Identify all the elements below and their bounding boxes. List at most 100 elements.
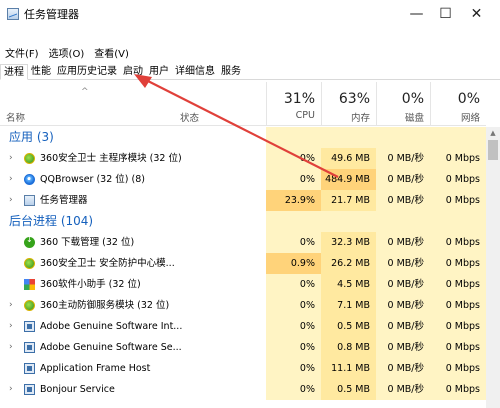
service-icon (24, 384, 35, 395)
tab-performance[interactable]: 性能 (28, 64, 54, 80)
network-value: 0 Mbps (430, 232, 486, 253)
network-value: 0 Mbps (430, 274, 486, 295)
process-name: 360安全卫士 安全防护中心模... (40, 258, 175, 269)
memory-total: 63% (338, 91, 370, 107)
menu-options[interactable]: 选项(O) (44, 45, 90, 61)
cpu-total: 31% (283, 91, 315, 107)
expand-chevron-icon[interactable]: › (9, 316, 13, 337)
process-name: Application Frame Host (40, 363, 151, 374)
close-button[interactable]: ✕ (460, 0, 493, 28)
scrollbar-thumb[interactable] (488, 140, 498, 160)
expand-chevron-icon[interactable]: › (9, 337, 13, 358)
tab-processes[interactable]: 进程 (0, 64, 28, 80)
group-background-label: 后台进程 (104) (9, 214, 94, 228)
process-name: QQBrowser (32 位) (8) (40, 174, 145, 185)
memory-label: 内存 (350, 113, 370, 124)
menu-file[interactable]: 文件(F) (0, 45, 44, 61)
expand-chevron-icon[interactable]: › (9, 190, 13, 211)
header-network[interactable]: 0% 网络 (430, 82, 486, 126)
memory-value: 49.6 MB (321, 148, 376, 169)
header-disk[interactable]: 0% 磁盘 (376, 82, 430, 126)
group-heat-cell (376, 211, 430, 232)
process-row[interactable]: › Bonjour Service 0% 0.5 MB 0 MB/秒 0 Mbps (0, 379, 486, 400)
header-memory[interactable]: 63% 内存 (321, 82, 376, 126)
cpu-value: 23.9% (266, 190, 321, 211)
process-row[interactable]: › 360主动防御服务模块 (32 位) 0% 7.1 MB 0 MB/秒 0 Mbps (0, 295, 486, 316)
group-heat-cell (376, 127, 430, 148)
group-heat-cell (266, 211, 321, 232)
group-apps-label: 应用 (3) (9, 130, 54, 144)
tab-services[interactable]: 服务 (218, 64, 244, 80)
process-name: 360安全卫士 主程序模块 (32 位) (40, 153, 182, 164)
disk-value: 0 MB/秒 (376, 316, 430, 337)
process-row[interactable]: Application Frame Host 0% 11.1 MB 0 MB/秒 0 M… (0, 358, 486, 379)
memory-value: 11.1 MB (321, 358, 376, 379)
disk-value: 0 MB/秒 (376, 169, 430, 190)
process-row[interactable]: 360软件小助手 (32 位) 0% 4.5 MB 0 MB/秒 0 Mbps (0, 274, 486, 295)
group-heat-cell (266, 127, 321, 148)
disk-value: 0 MB/秒 (376, 295, 430, 316)
process-row[interactable]: › 360安全卫士 主程序模块 (32 位) 0% 49.6 MB 0 MB/秒 0 Mb… (0, 148, 486, 169)
network-label: 网络 (460, 113, 480, 124)
network-total: 0% (457, 91, 480, 107)
disk-value: 0 MB/秒 (376, 190, 430, 211)
memory-value: 0.8 MB (321, 337, 376, 358)
process-row[interactable]: › QQBrowser (32 位) (8) 0% 484.9 MB 0 MB/秒 0 M… (0, 169, 486, 190)
service-icon (24, 363, 35, 374)
window-title: 任务管理器 (24, 8, 79, 21)
cpu-value: 0% (266, 379, 321, 400)
process-name: 360 下载管理 (32 位) (40, 237, 135, 248)
process-row[interactable]: › 任务管理器 23.9% 21.7 MB 0 MB/秒 0 Mbps (0, 190, 486, 211)
service-icon (24, 342, 35, 353)
expand-chevron-icon[interactable]: › (9, 379, 13, 400)
cpu-value: 0% (266, 295, 321, 316)
process-name: Adobe Genuine Software Int... (40, 321, 183, 332)
group-heat-cell (321, 211, 376, 232)
process-row[interactable]: 360安全卫士 安全防护中心模... 0.9% 26.2 MB 0 MB/秒 0 Mbp… (0, 253, 486, 274)
qqbrowser-icon (24, 174, 35, 185)
network-value: 0 Mbps (430, 337, 486, 358)
header-name[interactable]: 名称 (6, 110, 25, 124)
memory-value: 0.5 MB (321, 379, 376, 400)
expand-chevron-icon[interactable]: › (9, 148, 13, 169)
sort-caret-icon: ^ (81, 87, 89, 97)
memory-value: 0.5 MB (321, 316, 376, 337)
menu-view[interactable]: 查看(V) (89, 45, 134, 61)
memory-value: 4.5 MB (321, 274, 376, 295)
tab-startup[interactable]: 启动 (120, 64, 146, 80)
group-heat-cell (430, 127, 486, 148)
process-name: 360软件小助手 (32 位) (40, 279, 141, 290)
process-row[interactable]: › Adobe Genuine Software Se... 0% 0.8 MB 0 M… (0, 337, 486, 358)
group-background: 后台进程 (104) (0, 211, 486, 232)
memory-value: 26.2 MB (321, 253, 376, 274)
maximize-button[interactable]: ☐ (429, 0, 462, 28)
disk-value: 0 MB/秒 (376, 232, 430, 253)
network-value: 0 Mbps (430, 169, 486, 190)
tab-details[interactable]: 详细信息 (172, 64, 218, 80)
cpu-value: 0% (266, 169, 321, 190)
cpu-value: 0% (266, 337, 321, 358)
task-manager-icon (7, 8, 19, 20)
tab-users[interactable]: 用户 (146, 64, 172, 80)
scroll-up-arrow-icon[interactable]: ▲ (486, 127, 500, 139)
disk-value: 0 MB/秒 (376, 148, 430, 169)
memory-value: 21.7 MB (321, 190, 376, 211)
vertical-scrollbar[interactable] (486, 127, 500, 408)
disk-label: 磁盘 (404, 113, 424, 124)
expand-chevron-icon[interactable]: › (9, 295, 13, 316)
column-header: ^ 名称 状态 31% CPU 63% 内存 0% 磁盘 0% 网络 (0, 82, 486, 126)
header-status[interactable]: 状态 (180, 110, 199, 124)
process-name: Bonjour Service (40, 384, 115, 395)
disk-total: 0% (401, 91, 424, 107)
header-cpu[interactable]: 31% CPU (266, 82, 321, 126)
process-name: Adobe Genuine Software Se... (40, 342, 182, 353)
disk-value: 0 MB/秒 (376, 274, 430, 295)
process-row[interactable]: 360 下载管理 (32 位) 0%32.3 MB0 MB/秒0 Mbps (0, 232, 486, 253)
cpu-label: CPU (295, 110, 315, 121)
network-value: 0 Mbps (430, 253, 486, 274)
tab-app-history[interactable]: 应用历史记录 (54, 64, 120, 80)
expand-chevron-icon[interactable]: › (9, 169, 13, 190)
process-row[interactable]: › Adobe Genuine Software Int... 0% 0.5 MB 0 … (0, 316, 486, 337)
cpu-value: 0% (266, 232, 321, 253)
cpu-value: 0% (266, 274, 321, 295)
